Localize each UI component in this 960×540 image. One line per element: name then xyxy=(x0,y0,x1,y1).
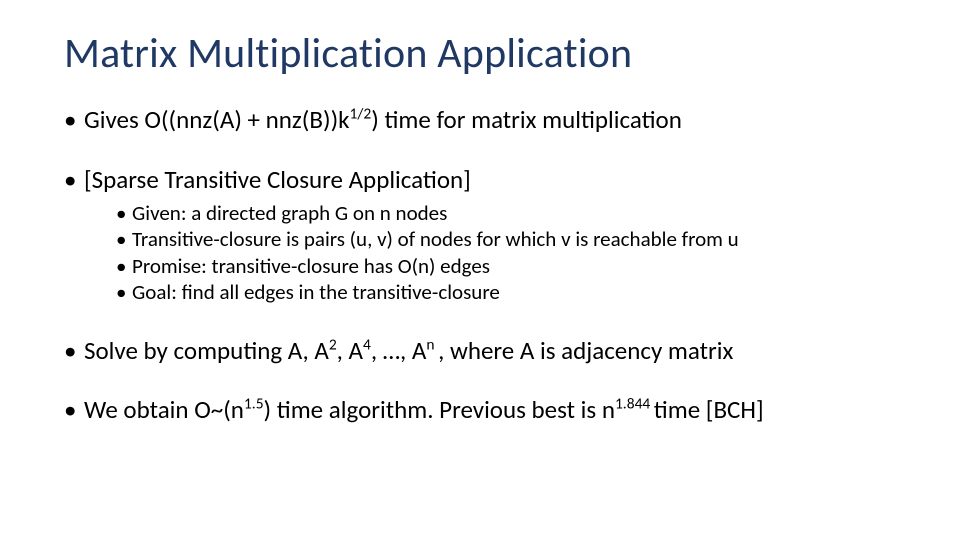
text-fragment: We obtain O~(n xyxy=(84,394,244,425)
bullet-complexity: Gives O((nnz(A) + nnz(B))k1/2) time for … xyxy=(64,105,896,135)
sub-bullet-definition: Transitive-closure is pairs (u, v) of no… xyxy=(116,226,896,252)
text-fragment: , …, A xyxy=(371,335,427,366)
text-fragment: ) time for matrix multiplication xyxy=(371,104,682,135)
superscript: 2 xyxy=(329,335,337,354)
text-fragment: [Sparse Transitive Closure Application] xyxy=(84,164,471,195)
superscript: 1.5 xyxy=(244,395,264,414)
bullet-application-heading: [Sparse Transitive Closure Application] … xyxy=(64,165,896,306)
text-fragment: , where A is adjacency matrix xyxy=(438,335,733,366)
text-fragment: Given: a directed graph G on n nodes xyxy=(132,200,447,226)
text-fragment: time [BCH] xyxy=(654,394,764,425)
text-fragment: Transitive-closure is pairs (u, v) of no… xyxy=(132,226,739,252)
text-fragment: Promise: transitive-closure has O(n) edg… xyxy=(132,253,490,279)
sub-bullet-goal: Goal: find all edges in the transitive-c… xyxy=(116,279,896,305)
sub-bullet-list: Given: a directed graph G on n nodes Tra… xyxy=(84,200,896,306)
slide: Matrix Multiplication Application Gives … xyxy=(0,0,960,540)
text-fragment: Goal: find all edges in the transitive-c… xyxy=(132,279,500,305)
slide-body: Gives O((nnz(A) + nnz(B))k1/2) time for … xyxy=(64,105,896,425)
sub-bullet-promise: Promise: transitive-closure has O(n) edg… xyxy=(116,253,896,279)
bullet-solve: Solve by computing A, A2, A4, …, An , wh… xyxy=(64,336,896,366)
text-fragment: , A xyxy=(337,335,363,366)
superscript: 1/2 xyxy=(350,105,372,124)
text-fragment: Gives O((nnz(A) + nnz(B))k xyxy=(84,104,350,135)
bullet-result: We obtain O~(n1.5) time algorithm. Previ… xyxy=(64,395,896,425)
bullet-list: Gives O((nnz(A) + nnz(B))k1/2) time for … xyxy=(64,105,896,425)
text-fragment: ) time algorithm. Previous best is n xyxy=(264,394,615,425)
superscript: 1.844 xyxy=(615,395,654,414)
superscript: 4 xyxy=(363,335,371,354)
text-fragment: Solve by computing A, A xyxy=(84,335,329,366)
slide-title: Matrix Multiplication Application xyxy=(64,28,896,79)
superscript: n xyxy=(426,335,438,354)
sub-bullet-given: Given: a directed graph G on n nodes xyxy=(116,200,896,226)
